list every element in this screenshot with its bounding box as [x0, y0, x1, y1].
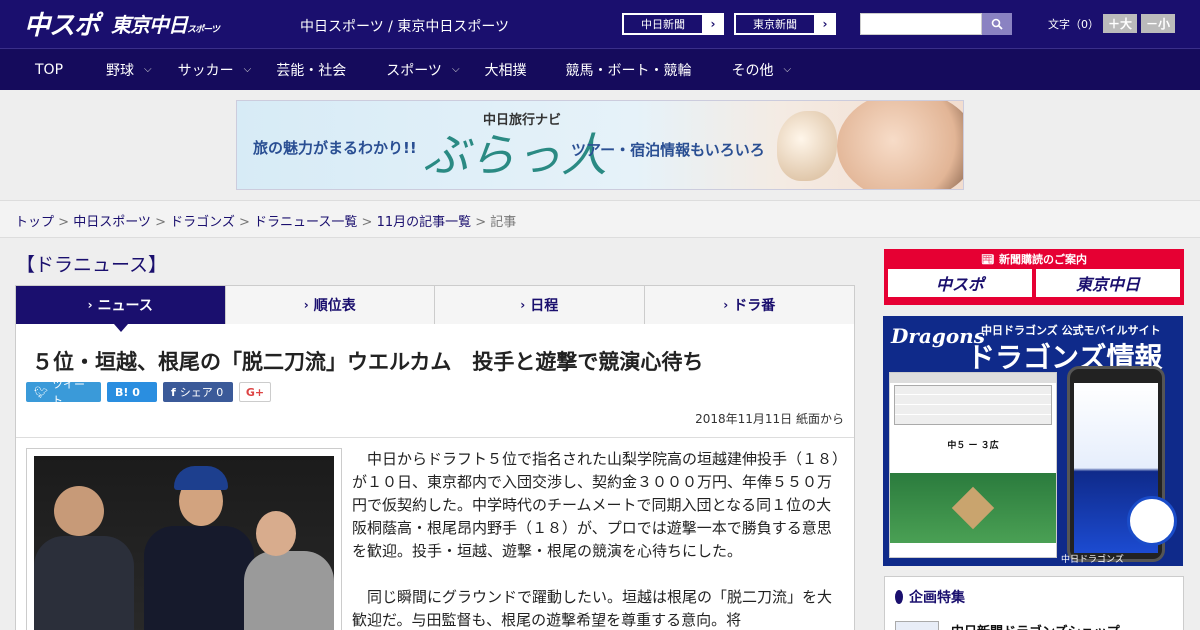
search-button[interactable]: [982, 13, 1012, 35]
breadcrumb-month-list[interactable]: 11月の記事一覧: [377, 215, 472, 230]
feature-thumb[interactable]: [895, 621, 939, 630]
nav-baseball[interactable]: 野球 ⌵: [106, 49, 152, 91]
nav-sports[interactable]: スポーツ ⌵: [386, 49, 459, 91]
search-icon: [991, 18, 1003, 30]
share-buttons: 🐦︎ ツイート B! 0 f シェア 0 G+: [26, 378, 271, 407]
facebook-share-button[interactable]: f シェア 0: [163, 382, 233, 402]
article-photo[interactable]: [26, 448, 342, 630]
divider: [16, 437, 854, 438]
tokyo-shimbun-link[interactable]: 東京新聞 ›: [734, 13, 836, 35]
google-plus-button[interactable]: G+: [239, 382, 271, 402]
breadcrumb-dragons[interactable]: ドラゴンズ: [170, 215, 235, 230]
chevron-down-icon: ⌵: [451, 64, 460, 75]
top-header: 中スポ 東京中日スポーツ 中日スポーツ / 東京中日スポーツ 中日新聞 › 東京新…: [0, 0, 1200, 48]
font-size-label: 文字（0）: [1048, 17, 1099, 31]
logo-sub: 東京中日スポーツ: [111, 12, 220, 37]
model-image: [837, 101, 963, 189]
chevron-right-icon: ›: [520, 298, 526, 312]
photo-image: [34, 456, 334, 630]
feature-item[interactable]: 中日新聞ドラゴンズショップ: [951, 621, 1120, 630]
site-name: 中日スポーツ / 東京中日スポーツ: [300, 19, 510, 35]
tab-bar: › ニュース › 順位表 › 日程 › ドラ番: [16, 286, 854, 332]
chevron-down-icon: ⌵: [144, 64, 152, 75]
nav-entertainment[interactable]: 芸能・社会: [276, 49, 346, 91]
banner-left-text: 旅の魅力がまるわかり!!: [253, 139, 417, 157]
search-box: [860, 13, 1012, 35]
tab-dora-ban[interactable]: › ドラ番: [644, 286, 854, 324]
article-card: › ニュース › 順位表 › 日程 › ドラ番 ５位・垣越、根尾の「脱二刀流」ウエルカム…: [15, 285, 855, 630]
main-nav: TOP 野球 ⌵ サッカー ⌵ 芸能・社会 スポーツ ⌵ 大相撲 競馬・ボート・競輪 …: [0, 48, 1200, 90]
score-text: 中５ ー ３広: [894, 429, 1052, 459]
chevron-right-icon: ›: [723, 298, 729, 312]
chevron-down-icon: ⌵: [243, 64, 252, 75]
chevron-right-icon: ›: [822, 17, 828, 31]
hatena-button[interactable]: B! 0: [107, 382, 157, 402]
font-size-down-button[interactable]: －小: [1141, 14, 1176, 33]
breadcrumb-current: 記事: [490, 215, 517, 230]
chevron-down-icon: ⌵: [783, 64, 792, 75]
chevron-right-icon: ›: [303, 298, 309, 312]
chunichi-shimbun-link[interactable]: 中日新聞 ›: [622, 13, 724, 35]
tokyo-chunichi-logo[interactable]: 東京中日: [1036, 269, 1180, 297]
breadcrumb: トップ > 中日スポーツ > ドラゴンズ > ドラニュース一覧 > 11月の記事…: [0, 200, 1200, 238]
logo-main: 中スポ: [24, 10, 100, 41]
ad-footer: 中日ドラゴンズ: [1061, 555, 1124, 565]
tab-standings[interactable]: › 順位表: [225, 286, 435, 324]
facebook-icon: f: [171, 385, 176, 399]
breadcrumb-dora-news-list[interactable]: ドラニュース一覧: [254, 215, 357, 230]
breadcrumb-top[interactable]: トップ: [15, 215, 54, 230]
paragraph: 中日からドラフト５位で指名された山梨学院高の垣越建伸投手（１８）が１０日、東京都…: [352, 450, 840, 560]
feature-box: 企画特集 中日新聞ドラゴンズショップ: [884, 576, 1184, 630]
dragons-mobile-ad[interactable]: Dragons 中日ドラゴンズ 公式モバイルサイト ドラゴンズ情報 中５ ー ３…: [883, 316, 1183, 566]
article-body: 中日からドラフト５位で指名された山梨学院高の垣越建伸投手（１８）が１０日、東京都…: [352, 448, 842, 630]
banner-right-text: ツアー・宿泊情報もいろいろ: [571, 141, 765, 159]
section-title: 【ドラニュース】: [16, 254, 168, 276]
nav-top[interactable]: TOP: [35, 49, 63, 91]
ad-banner[interactable]: 旅の魅力がまるわかり!! 中日旅行ナビ ぶらっ人 ツアー・宿泊情報もいろいろ: [236, 100, 964, 190]
breadcrumb-chunichi-sports[interactable]: 中日スポーツ: [73, 215, 151, 230]
nav-racing[interactable]: 競馬・ボート・競輪: [566, 49, 692, 91]
article-headline: ５位・垣越、根尾の「脱二刀流」ウエルカム 投手と遊撃で競演心待ち: [32, 350, 704, 374]
feature-header: 企画特集: [895, 587, 965, 607]
tab-schedule[interactable]: › 日程: [435, 286, 645, 324]
newspaper-icon: 📰︎: [981, 252, 995, 266]
nav-soccer[interactable]: サッカー ⌵: [178, 49, 252, 91]
subscribe-header: 📰︎ 新聞購読のご案内: [981, 252, 1087, 267]
shell-image: [777, 111, 837, 181]
chevron-right-icon: ›: [87, 298, 93, 312]
pin-icon: [895, 590, 903, 604]
nav-other[interactable]: その他 ⌵: [732, 49, 792, 91]
paragraph: 同じ瞬間にグラウンドで躍動したい。垣越は根尾の「脱二刀流」を大歓迎だ。与田監督も…: [352, 588, 833, 629]
search-input[interactable]: [860, 13, 982, 35]
font-size-control: 文字（0） ＋大 －小: [1048, 14, 1176, 33]
tab-news[interactable]: › ニュース: [16, 286, 226, 332]
scoreboard-preview: 中５ ー ３広: [889, 372, 1057, 558]
chuspo-logo[interactable]: 中スポ: [888, 269, 1032, 297]
mascot-image: [1127, 496, 1177, 546]
field-image: [890, 473, 1056, 543]
twitter-icon: 🐦︎: [34, 385, 48, 399]
site-logo[interactable]: 中スポ 東京中日スポーツ: [24, 8, 220, 41]
nav-sumo[interactable]: 大相撲: [485, 49, 527, 91]
chevron-right-icon: ›: [710, 17, 716, 31]
tweet-button[interactable]: 🐦︎ ツイート: [26, 378, 101, 407]
article-date: 2018年11月11日 紙面から: [695, 412, 844, 426]
font-size-up-button[interactable]: ＋大: [1103, 14, 1138, 33]
subscribe-box[interactable]: 📰︎ 新聞購読のご案内 中スポ 東京中日: [884, 249, 1184, 305]
